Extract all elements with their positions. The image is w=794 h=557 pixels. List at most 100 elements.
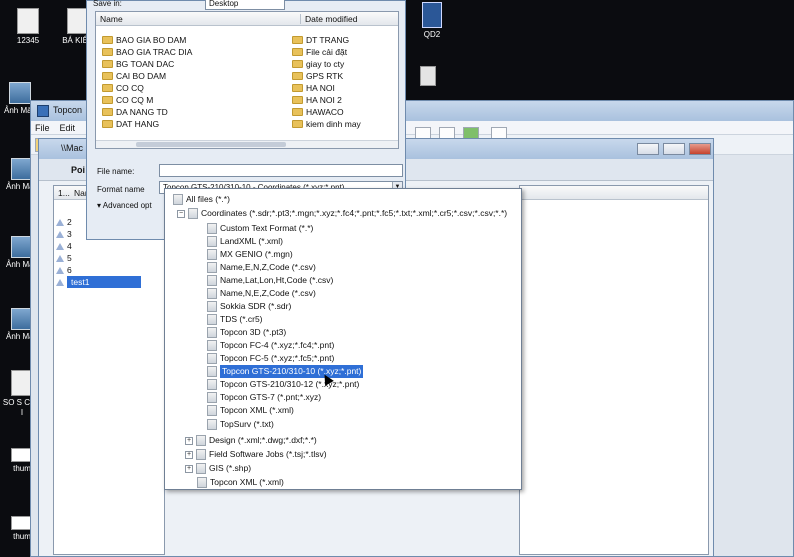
save-in-combo[interactable]: Desktop [205,0,285,10]
folder-icon [102,120,113,128]
minimize-button[interactable] [637,143,659,155]
point-icon [56,218,64,226]
folder-icon [102,72,113,80]
file-format-icon [196,435,206,446]
document-icon [17,8,39,34]
format-name-label: Format name [97,185,145,194]
list-item[interactable]: HA NOI [292,82,335,94]
tree-item-format-selected[interactable]: Topcon GTS-210/310-10 (*.xyz;*.pnt) [205,365,365,378]
desktop-icon-12345[interactable]: 12345 [8,8,48,46]
tree-item-format[interactable]: Topcon FC-4 (*.xyz;*.fc4;*.pnt) [205,339,336,352]
tree-group-design[interactable]: + Design (*.xml;*.dwg;*.dxf;*.*) [183,434,319,447]
table-row[interactable]: 6 [56,264,72,276]
folder-icon [102,60,113,68]
expand-icon[interactable]: + [185,464,193,473]
file-browser: Name Date modified BAO GIA BO DAM BAO GI… [95,11,399,149]
maximize-button[interactable] [663,143,685,155]
desktop-icon-label: 12345 [16,36,40,45]
main-window-title: Topcon [53,105,83,115]
tree-item-format[interactable]: MX GENIO (*.mgn) [205,248,295,261]
file-format-icon [207,340,217,351]
tree-item-all-files[interactable]: All files (*.*) [171,193,232,206]
list-item[interactable]: HAWACO [292,106,344,118]
table-row[interactable]: test1 [56,276,141,288]
scrollbar-thumb[interactable] [136,142,286,147]
file-format-icon [207,275,217,286]
tree-item-format[interactable]: Name,Lat,Lon,Ht,Code (*.csv) [205,274,335,287]
collapse-icon[interactable]: − [177,209,185,218]
list-item[interactable]: CO CQ [102,82,144,94]
list-item[interactable]: BAO GIA TRAC DIA [102,46,192,58]
list-item[interactable]: BAO GIA BO DAM [102,34,186,46]
folder-icon [292,72,303,80]
list-item[interactable]: GPS RTK [292,70,343,82]
file-format-icon [207,288,217,299]
tree-item-format[interactable]: Name,E,N,Z,Code (*.csv) [205,261,318,274]
tree-item-format[interactable]: Name,N,E,Z,Code (*.csv) [205,287,318,300]
menu-file[interactable]: File [35,123,50,133]
col-date-modified[interactable]: Date modified [300,13,357,24]
tree-group-coordinates[interactable]: − Coordinates (*.sdr;*.pt3;*.mgn;*.xyz;*… [175,207,509,220]
tree-item-format[interactable]: Topcon 3D (*.pt3) [205,326,288,339]
list-item[interactable]: kiem dinh may [292,118,361,130]
file-format-icon [207,249,217,260]
list-item[interactable]: DT TRANG [292,34,349,46]
tree-item-format[interactable]: Topcon GTS-7 (*.pnt;*.xyz) [205,391,323,404]
word-document-icon [422,2,442,28]
list-item[interactable]: HA NOI 2 [292,94,342,106]
table-row[interactable]: 3 [56,228,72,240]
points-section-label[interactable]: Poi [71,165,85,175]
folder-icon [292,108,303,116]
tree-item-format[interactable]: Topcon XML (*.xml) [205,404,296,417]
tree-item-format[interactable]: Sokkia SDR (*.sdr) [205,300,293,313]
tree-group-gis[interactable]: + GIS (*.shp) [183,462,253,475]
file-format-icon [197,477,207,488]
tree-item-format[interactable]: Custom Text Format (*.*) [205,222,315,235]
tree-item-format[interactable]: Topcon FC-5 (*.xyz;*.fc5;*.pnt) [205,352,336,365]
list-item[interactable]: DA NANG TD [102,106,168,118]
list-item[interactable]: CAI BO DAM [102,70,166,82]
table-row[interactable]: 5 [56,252,72,264]
file-browser-header: Name Date modified [96,12,398,26]
folder-icon [102,108,113,116]
expand-icon[interactable]: + [185,436,193,445]
list-item[interactable]: BG TOAN DAC [102,58,174,70]
file-format-icon [207,301,217,312]
file-name-input[interactable] [159,164,403,177]
col-name[interactable]: Name [96,14,300,24]
desktop-icon-label: QD2 [423,30,441,39]
desktop-icon-qd2[interactable]: QD2 [412,2,452,40]
points-grid-header [520,186,708,200]
point-icon [56,242,64,250]
expand-icon[interactable]: + [185,450,193,459]
table-row[interactable]: 4 [56,240,72,252]
format-tree-dropdown: All files (*.*) − Coordinates (*.sdr;*.p… [164,188,522,490]
points-col-number[interactable]: 1... [54,188,70,198]
file-format-icon [207,327,217,338]
list-item[interactable]: giay to cty [292,58,344,70]
tree-group-field-software-jobs[interactable]: + Field Software Jobs (*.tsj;*.tlsv) [183,448,329,461]
menu-edit[interactable]: Edit [60,123,76,133]
tree-item-topcon-xml[interactable]: Topcon XML (*.xml) [195,476,286,489]
close-button[interactable] [689,143,711,155]
table-row[interactable]: 2 [56,216,72,228]
point-icon [56,254,64,262]
folder-icon [102,84,113,92]
list-item[interactable]: File cải đặt [292,46,347,58]
tree-item-format[interactable]: TopSurv (*.txt) [205,418,276,431]
file-format-icon [196,463,206,474]
horizontal-scrollbar[interactable] [96,140,398,148]
advanced-options-toggle[interactable]: ▾ Advanced opt [97,201,152,210]
point-icon [56,278,64,286]
file-format-icon [207,366,217,377]
folder-icon [102,96,113,104]
points-grid [519,185,709,555]
folder-icon [292,96,303,104]
tree-item-format[interactable]: Topcon GTS-210/310-12 (*.xyz;*.pnt) [205,378,361,391]
list-item[interactable]: CO CQ M [102,94,153,106]
tree-item-format[interactable]: TDS (*.cr5) [205,313,265,326]
file-name-label: File name: [97,167,135,176]
tree-item-format[interactable]: LandXML (*.xml) [205,235,285,248]
list-item[interactable]: DAT HANG [102,118,159,130]
file-format-icon [207,419,217,430]
